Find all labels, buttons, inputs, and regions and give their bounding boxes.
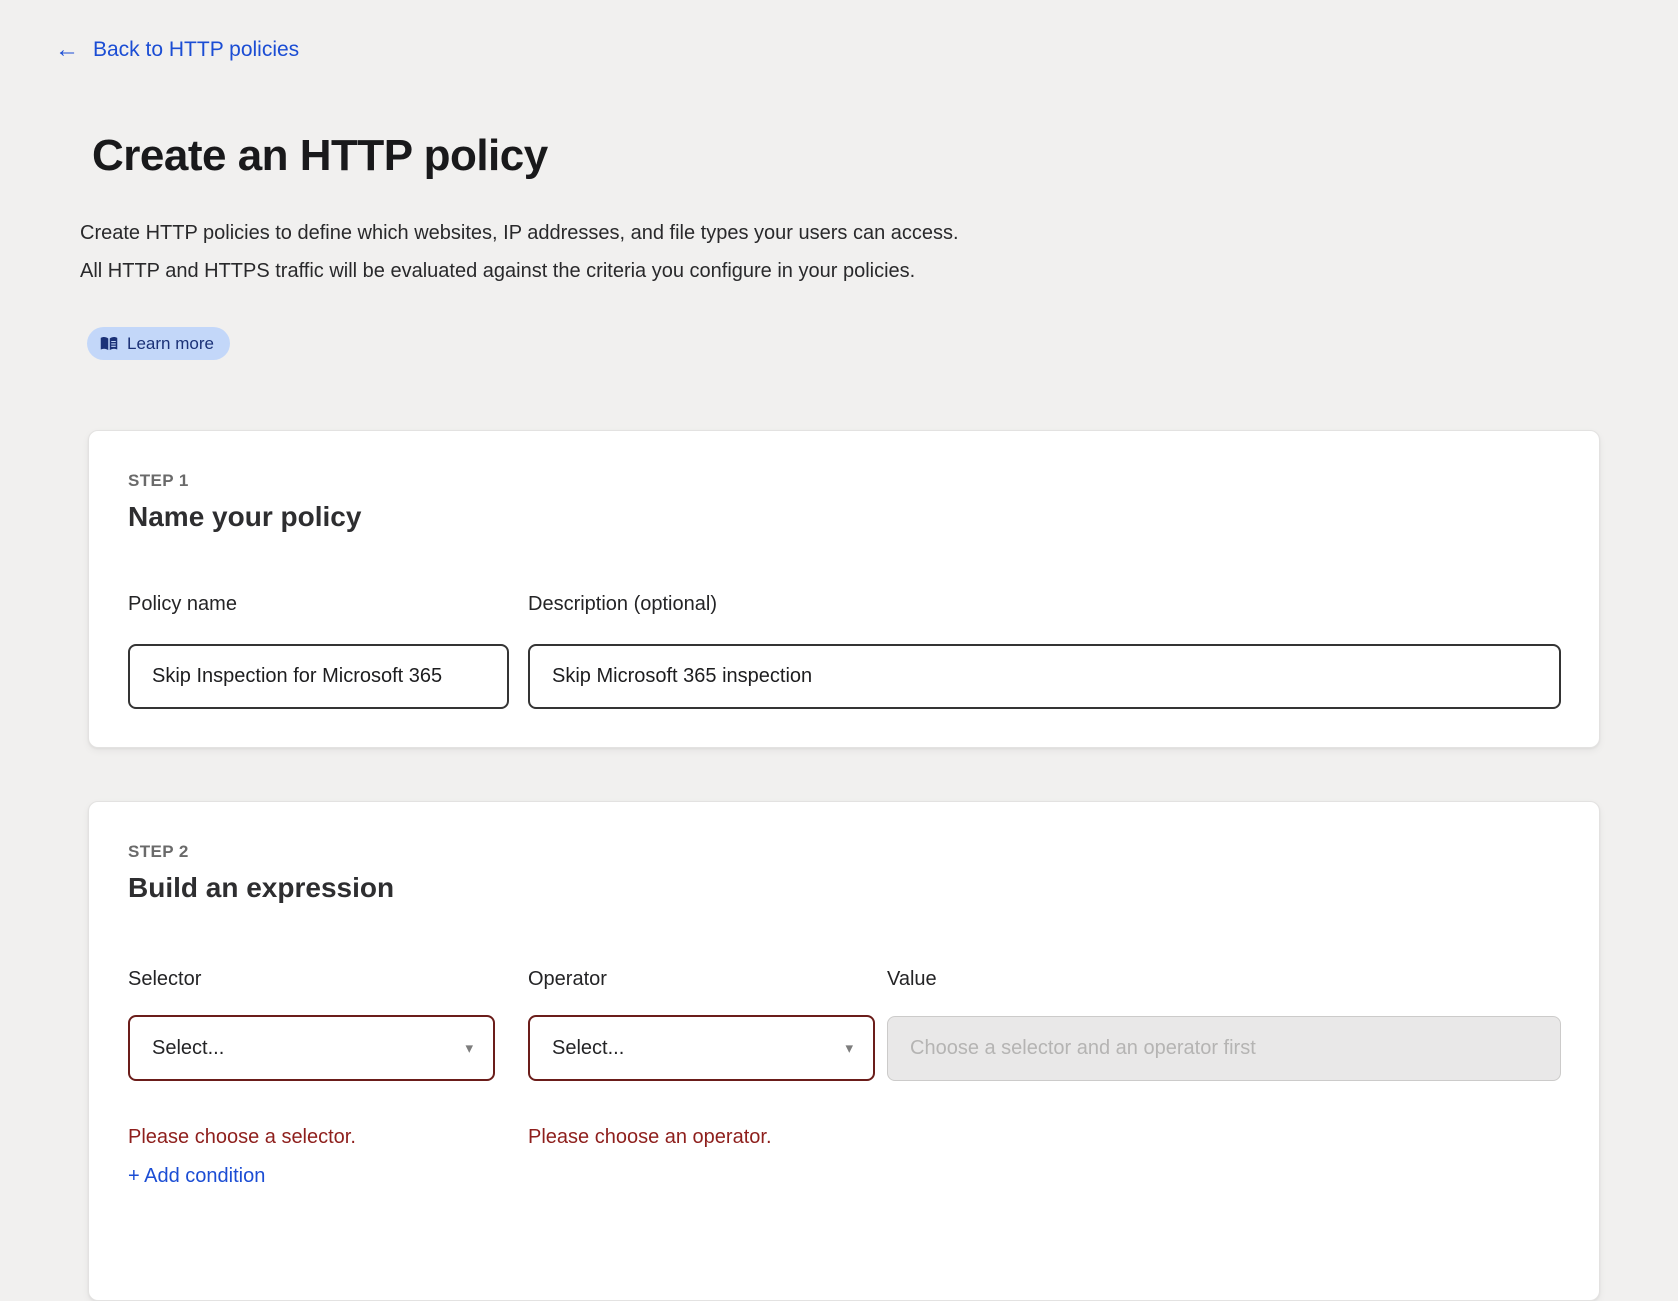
page-title: Create an HTTP policy (92, 131, 548, 181)
operator-dropdown-value: Select... (552, 1037, 624, 1060)
operator-error-message: Please choose an operator. (528, 1126, 772, 1149)
back-link-label: Back to HTTP policies (93, 38, 299, 62)
page-description-line-2: All HTTP and HTTPS traffic will be evalu… (80, 252, 959, 290)
book-icon (100, 336, 118, 352)
step-2-card: STEP 2 Build an expression Selector Oper… (88, 801, 1600, 1301)
selector-error-message: Please choose a selector. (128, 1126, 356, 1149)
policy-name-input[interactable] (128, 644, 509, 709)
step-2-heading: Build an expression (128, 872, 394, 904)
selector-label: Selector (128, 968, 201, 991)
step-1-card: STEP 1 Name your policy Policy name Desc… (88, 430, 1600, 748)
selector-dropdown-value: Select... (152, 1037, 224, 1060)
learn-more-label: Learn more (127, 334, 214, 354)
chevron-down-icon: ▾ (845, 1041, 853, 1056)
step-1-label: STEP 1 (128, 471, 189, 491)
operator-dropdown[interactable]: Select... ▾ (528, 1015, 875, 1081)
description-label: Description (optional) (528, 593, 717, 616)
operator-label: Operator (528, 968, 607, 991)
back-arrow-icon: ← (55, 38, 79, 62)
selector-dropdown[interactable]: Select... ▾ (128, 1015, 495, 1081)
step-1-heading: Name your policy (128, 501, 361, 533)
page-description-line-1: Create HTTP policies to define which web… (80, 214, 959, 252)
learn-more-button[interactable]: Learn more (87, 327, 230, 360)
chevron-down-icon: ▾ (465, 1041, 473, 1056)
description-input[interactable] (528, 644, 1561, 709)
value-input[interactable] (887, 1016, 1561, 1081)
value-label: Value (887, 968, 937, 991)
policy-name-label: Policy name (128, 593, 237, 616)
add-condition-link[interactable]: + Add condition (128, 1165, 265, 1188)
back-to-http-policies-link[interactable]: ← Back to HTTP policies (55, 38, 299, 62)
page-description: Create HTTP policies to define which web… (80, 214, 959, 290)
step-2-label: STEP 2 (128, 842, 189, 862)
